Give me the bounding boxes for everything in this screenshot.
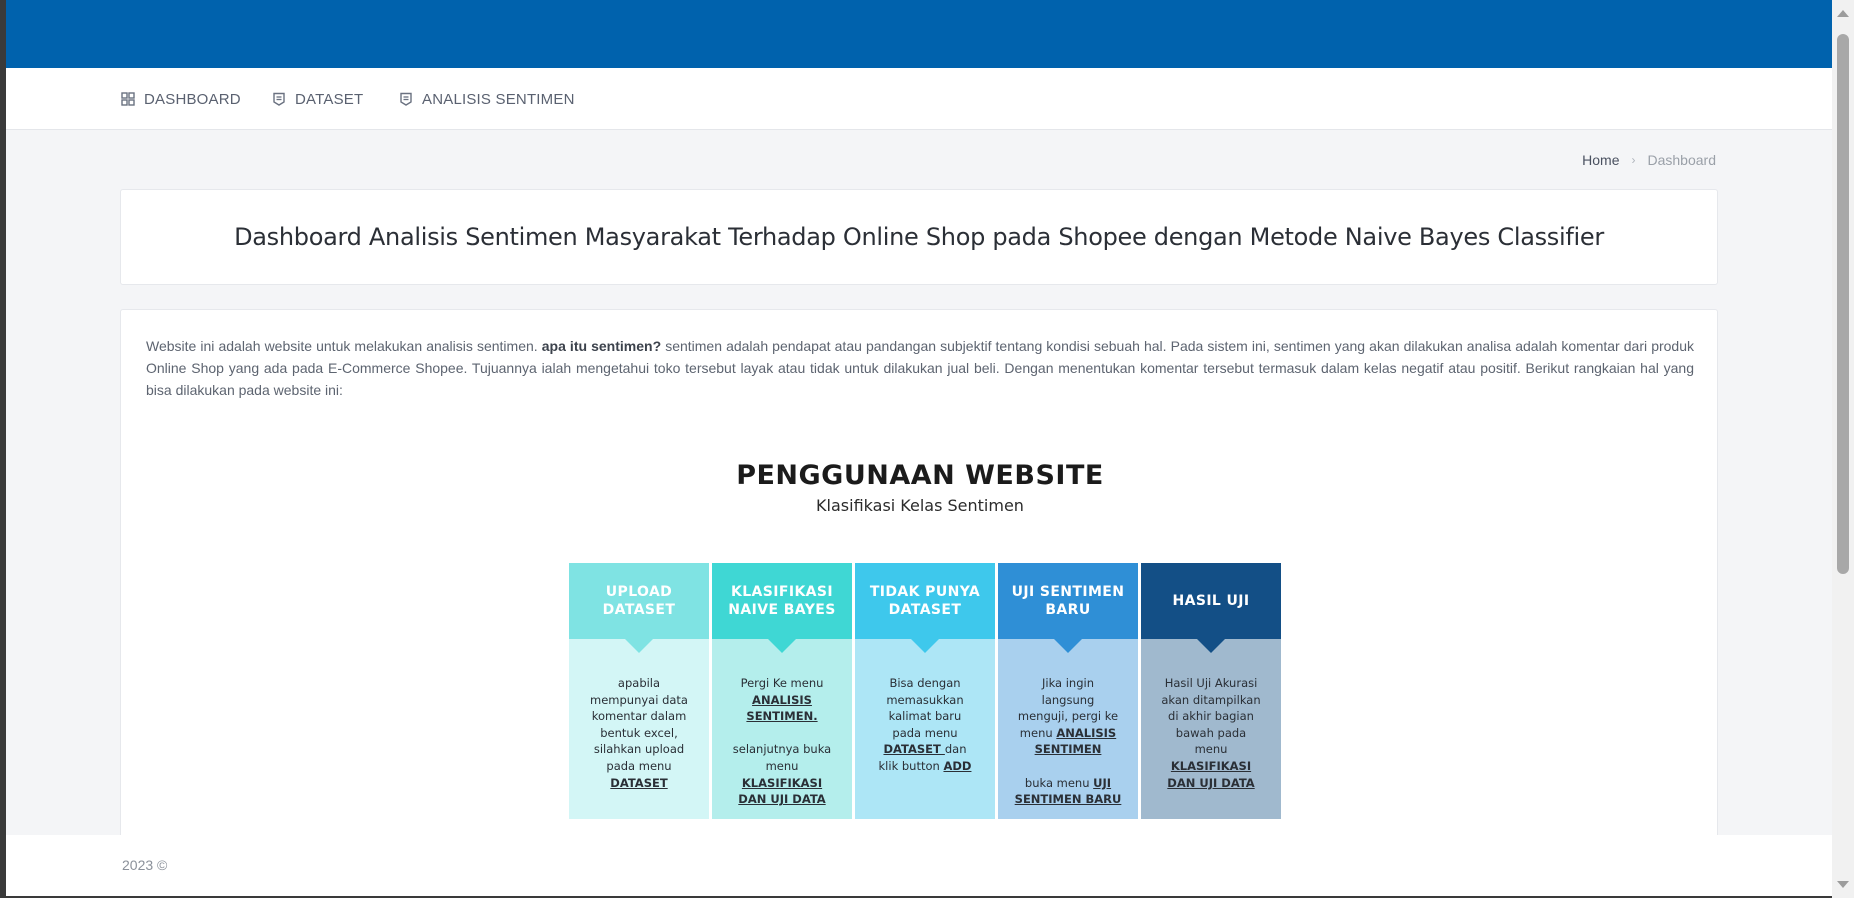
down-arrow-icon [1054,639,1082,653]
step-text: klik button [878,758,944,773]
step-header-line: NAIVE BAYES [728,602,836,618]
chevron-right-icon: › [1631,153,1636,167]
step-link-analisis-sentimen[interactable]: SENTIMEN. [746,709,817,723]
step-body: Jika ingin langsung menguji, pergi ke me… [998,639,1138,819]
top-header-bar [6,0,1832,68]
step-text: dan [944,742,967,757]
step-text: di akhir bagian [1168,709,1254,724]
step-text: menu [765,758,799,773]
browser-viewport: DASHBOARD DATASET ANALISIS SENTIMEN Home… [6,0,1832,896]
step-header-line: UPLOAD [605,584,673,600]
step-header-line: HASIL UJI [1172,593,1250,609]
step-header-line: DATASET [602,602,676,618]
step-text: menu [1194,742,1228,757]
step-card-klasifikasi-naive-bayes: KLASIFIKASI NAIVE BAYES Pergi Ke menu ANA… [712,563,852,819]
step-text: selanjutnya buka [732,742,832,757]
step-header: UJI SENTIMEN BARU [998,563,1138,653]
step-header-line: BARU [1045,602,1091,618]
scrollbar-thumb[interactable] [1837,34,1849,574]
scroll-up-arrow-icon[interactable] [1837,10,1849,17]
step-link-klasifikasi[interactable]: KLASIFIKASI [742,776,822,790]
nav-label-dashboard: DASHBOARD [144,90,241,108]
step-header-line: DATASET [888,602,962,618]
step-text: komentar dalam [591,709,687,724]
step-card-hasil-uji: HASIL UJI Hasil Uji Akurasi akan ditampi… [1141,563,1281,819]
step-text: pada menu [606,758,672,773]
down-arrow-icon [768,639,796,653]
step-header: TIDAK PUNYA DATASET [855,563,995,653]
nav-item-dataset[interactable]: DATASET [272,68,363,130]
step-header-line: UJI SENTIMEN [1011,584,1125,600]
grid-icon [121,92,135,106]
step-text: mempunyai data [590,692,688,707]
step-link-add[interactable]: ADD [943,759,971,773]
step-text: pada menu [892,725,958,740]
step-link-uji-sentimen-baru[interactable]: SENTIMEN BARU [1015,792,1122,806]
step-link-dataset[interactable]: DATASET [883,742,944,756]
step-link-analisis-sentimen[interactable]: ANALISIS [1056,726,1116,740]
nav-item-analisis-sentimen[interactable]: ANALISIS SENTIMEN [399,68,575,130]
step-body: apabila mempunyai data komentar dalam be… [569,639,709,819]
step-text: Jika ingin [1041,676,1094,690]
title-card: Dashboard Analisis Sentimen Masyarakat T… [120,189,1718,285]
page-title: Dashboard Analisis Sentimen Masyarakat T… [234,223,1604,251]
step-text: langsung [1041,692,1095,707]
step-text: bentuk excel, [600,725,678,740]
infographic-title: PENGGUNAAN WEBSITE [736,460,1104,491]
document-icon [273,92,285,106]
step-text: buka menu [1024,775,1094,790]
step-link-dataset[interactable]: DATASET [610,776,667,790]
step-link-klasifikasi[interactable]: KLASIFIKASI [1171,759,1251,773]
step-header: KLASIFIKASI NAIVE BAYES [712,563,852,653]
step-body: Hasil Uji Akurasi akan ditampilkan di ak… [1141,639,1281,819]
down-arrow-icon [625,639,653,653]
step-text: bawah pada [1175,725,1247,740]
step-text: memasukkan [886,692,964,707]
step-link-klasifikasi[interactable]: DAN UJI DATA [738,792,825,806]
document-icon [400,92,412,106]
breadcrumb-home-link[interactable]: Home [1582,152,1619,168]
vertical-scrollbar[interactable] [1832,0,1854,898]
main-navbar: DASHBOARD DATASET ANALISIS SENTIMEN [6,68,1832,130]
breadcrumb: Home › Dashboard [1582,152,1716,168]
intro-paragraph: Website ini adalah website untuk melakuk… [146,335,1694,401]
footer: 2023 © [6,835,1832,896]
step-card-uji-sentimen-baru: UJI SENTIMEN BARU Jika ingin langsung men… [998,563,1138,819]
step-card-tidak-punya-dataset: TIDAK PUNYA DATASET Bisa dengan memasukka… [855,563,995,819]
step-text: akan ditampilkan [1161,692,1261,707]
breadcrumb-current: Dashboard [1647,152,1717,168]
intro-bold-question: apa itu sentimen? [541,338,662,354]
step-header-line: TIDAK PUNYA [869,584,981,600]
step-body: Pergi Ke menu ANALISIS SENTIMEN. selanju… [712,639,852,819]
nav-item-dashboard[interactable]: DASHBOARD [121,68,241,130]
step-link-analisis-sentimen[interactable]: SENTIMEN [1035,742,1102,756]
step-link-uji-sentimen-baru[interactable]: UJI [1093,776,1111,790]
step-link-analisis-sentimen[interactable]: ANALISIS [752,693,812,707]
step-text: menu [1019,725,1057,740]
step-header: HASIL UJI [1141,563,1281,653]
step-body: Bisa dengan memasukkan kalimat baru pada… [855,639,995,819]
down-arrow-icon [911,639,939,653]
step-link-klasifikasi[interactable]: DAN UJI DATA [1167,776,1254,790]
nav-label-analisis-sentimen: ANALISIS SENTIMEN [422,90,575,108]
footer-copyright: 2023 © [122,857,168,873]
step-card-upload-dataset: UPLOAD DATASET apabila mempunyai data kom… [569,563,709,819]
step-text: Pergi Ke menu [740,676,824,690]
infographic-subtitle: Klasifikasi Kelas Sentimen [816,496,1024,515]
content-card: Website ini adalah website untuk melakuk… [120,309,1718,869]
step-text: kalimat baru [888,709,962,724]
step-text: silahkan upload [593,742,685,757]
step-text: apabila [617,676,661,690]
intro-text-1: Website ini adalah website untuk melakuk… [146,338,542,354]
step-text: Hasil Uji Akurasi [1164,676,1258,690]
down-arrow-icon [1197,639,1225,653]
step-text: Bisa dengan [889,676,961,690]
step-header: UPLOAD DATASET [569,563,709,653]
scroll-down-arrow-icon[interactable] [1837,881,1849,888]
step-header-line: KLASIFIKASI [730,584,834,600]
nav-label-dataset: DATASET [295,90,364,108]
step-text: menguji, pergi ke [1017,709,1119,724]
